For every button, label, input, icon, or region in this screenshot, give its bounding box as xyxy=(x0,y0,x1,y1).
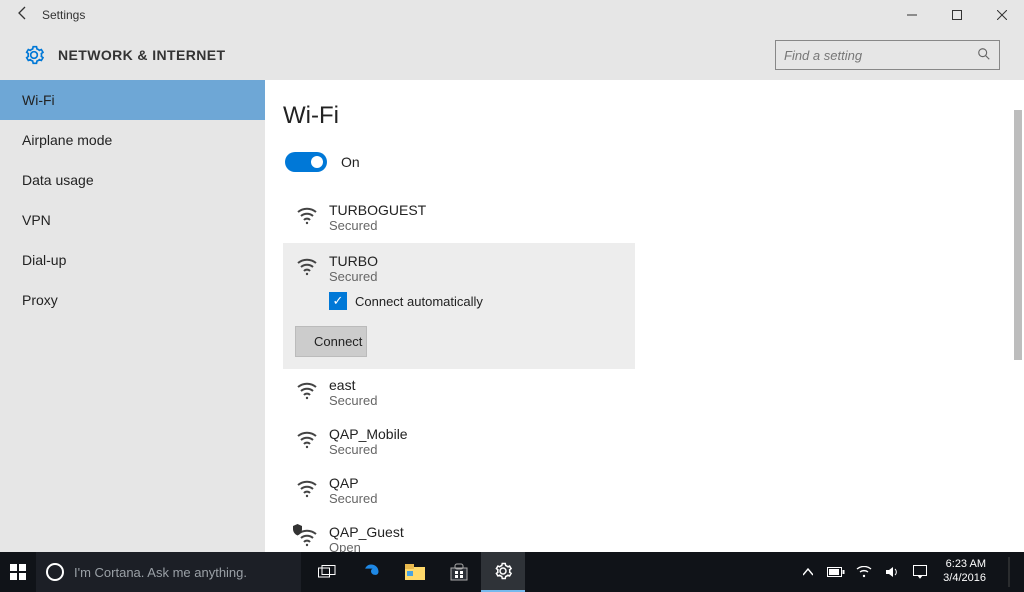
edge-icon[interactable] xyxy=(349,552,393,592)
battery-icon[interactable] xyxy=(827,567,845,577)
cortana-icon xyxy=(46,563,64,581)
titlebar: Settings xyxy=(0,0,1024,30)
network-ssid: TURBOGUEST xyxy=(329,202,426,218)
search-icon xyxy=(977,47,991,64)
start-button[interactable] xyxy=(0,552,36,592)
wifi-icon xyxy=(295,203,319,227)
taskbar-clock[interactable]: 6:23 AM 3/4/2016 xyxy=(935,558,994,586)
network-security: Secured xyxy=(329,491,377,506)
network-list: TURBOGUEST Secured TURBO Secured xyxy=(283,194,635,552)
sidebar-item-datausage[interactable]: Data usage xyxy=(0,160,265,200)
network-security: Secured xyxy=(329,442,408,457)
header-title: NETWORK & INTERNET xyxy=(58,47,225,63)
connect-auto-label: Connect automatically xyxy=(355,294,483,309)
cortana-placeholder: I'm Cortana. Ask me anything. xyxy=(74,565,247,580)
maximize-button[interactable] xyxy=(934,0,979,30)
network-item[interactable]: QAP Secured xyxy=(283,467,635,516)
network-item[interactable]: QAP_Guest Open xyxy=(283,516,635,552)
network-security: Secured xyxy=(329,218,426,233)
search-input[interactable] xyxy=(784,48,977,63)
network-item[interactable]: TURBOGUEST Secured xyxy=(283,194,635,243)
window-title: Settings xyxy=(38,8,85,22)
network-ssid: QAP_Guest xyxy=(329,524,404,540)
cortana-search[interactable]: I'm Cortana. Ask me anything. xyxy=(36,552,301,592)
clock-time: 6:23 AM xyxy=(943,558,986,572)
close-button[interactable] xyxy=(979,0,1024,30)
network-security: Secured xyxy=(329,393,377,408)
wifi-icon xyxy=(295,254,319,278)
network-item[interactable]: QAP_Mobile Secured xyxy=(283,418,635,467)
wifi-toggle[interactable] xyxy=(285,152,327,172)
connect-auto-checkbox[interactable]: ✓ xyxy=(329,292,347,310)
volume-icon[interactable] xyxy=(883,565,901,579)
scrollbar[interactable] xyxy=(1012,80,1022,552)
page-title: Wi-Fi xyxy=(283,102,1024,130)
gear-icon xyxy=(24,45,44,65)
file-explorer-icon[interactable] xyxy=(393,552,437,592)
connect-button[interactable]: Connect xyxy=(295,326,367,357)
content: Wi-Fi On TURBOGUEST Secured xyxy=(265,80,1024,552)
network-ssid: TURBO xyxy=(329,253,378,269)
sidebar-item-wifi[interactable]: Wi-Fi xyxy=(0,80,265,120)
header: NETWORK & INTERNET xyxy=(0,30,1024,80)
sidebar-item-airplane[interactable]: Airplane mode xyxy=(0,120,265,160)
wifi-icon xyxy=(295,476,319,500)
network-ssid: QAP xyxy=(329,475,377,491)
network-security: Open xyxy=(329,540,404,552)
action-center-icon[interactable] xyxy=(911,565,929,579)
system-tray[interactable] xyxy=(799,565,935,579)
taskview-icon[interactable] xyxy=(305,552,349,592)
sidebar: Wi-Fi Airplane mode Data usage VPN Dial-… xyxy=(0,80,265,552)
network-ssid: QAP_Mobile xyxy=(329,426,408,442)
wifi-toggle-label: On xyxy=(341,154,360,170)
settings-taskbar-icon[interactable] xyxy=(481,552,525,592)
sidebar-item-proxy[interactable]: Proxy xyxy=(0,280,265,320)
network-security: Secured xyxy=(329,269,378,284)
taskbar: I'm Cortana. Ask me anything. 6:23 AM 3/… xyxy=(0,552,1024,592)
chevron-up-icon[interactable] xyxy=(799,568,817,576)
network-ssid: east xyxy=(329,377,377,393)
minimize-button[interactable] xyxy=(889,0,934,30)
clock-date: 3/4/2016 xyxy=(943,572,986,586)
wifi-open-icon xyxy=(295,525,319,549)
sidebar-item-dialup[interactable]: Dial-up xyxy=(0,240,265,280)
sidebar-item-vpn[interactable]: VPN xyxy=(0,200,265,240)
network-item[interactable]: east Secured xyxy=(283,369,635,418)
search-box[interactable] xyxy=(775,40,1000,70)
store-icon[interactable] xyxy=(437,552,481,592)
wifi-icon xyxy=(295,427,319,451)
show-desktop[interactable] xyxy=(1000,552,1018,592)
wifi-tray-icon[interactable] xyxy=(855,566,873,578)
network-item-selected[interactable]: TURBO Secured ✓ Connect automatically Co… xyxy=(283,243,635,369)
wifi-icon xyxy=(295,378,319,402)
back-button[interactable] xyxy=(8,5,38,26)
